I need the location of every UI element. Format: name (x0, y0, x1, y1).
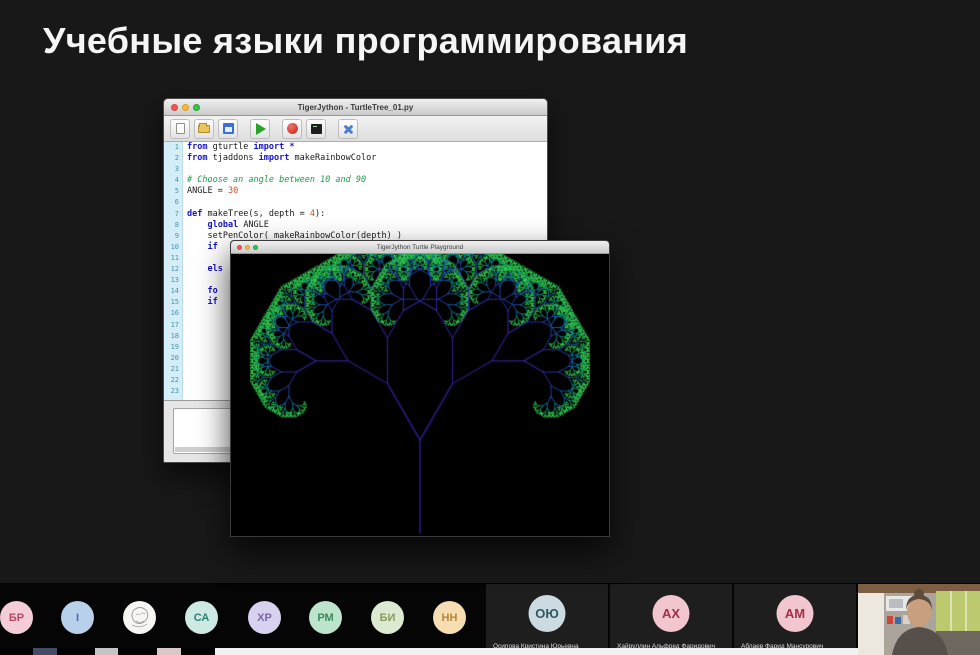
participant-tile[interactable]: ОЮОсипова Кристина Юрьевна (486, 584, 608, 654)
code-line (187, 197, 547, 208)
console-button[interactable] (306, 119, 326, 139)
participant-tile[interactable]: АМАблаев Фарид Мансурович (734, 584, 856, 654)
participant-tile[interactable]: АХХайруллин Альфред Фаридович (610, 584, 732, 654)
background-windows-strip (0, 648, 858, 655)
tools-icon (342, 123, 354, 135)
slide-title: Учебные языки программирования (43, 20, 688, 62)
window-thumbnail (215, 648, 858, 655)
minimize-icon[interactable] (182, 104, 189, 111)
playground-window-buttons (237, 245, 258, 250)
participant-avatar[interactable]: БР (0, 601, 33, 634)
save-file-button[interactable] (218, 119, 238, 139)
console-icon (311, 124, 322, 134)
participants-strip: БР I СА ХР РМ БИ НН ОЮОсипова Кристина Юрьевна… (0, 583, 980, 655)
code-line: from tjaddons import makeRainbowColor (187, 153, 547, 164)
minimize-icon[interactable] (245, 245, 250, 250)
ide-window-title: TigerJython - TurtleTree_01.py (298, 103, 414, 112)
participant-avatar[interactable]: I (61, 601, 94, 634)
new-file-button[interactable] (170, 119, 190, 139)
window-thumbnail (33, 648, 57, 655)
new-file-icon (176, 123, 185, 134)
participant-avatar[interactable]: СА (185, 601, 218, 634)
line-number-gutter: 1234567891011121314151617181920212223 (164, 142, 183, 400)
turtle-canvas (231, 254, 609, 537)
code-line: from gturtle import * (187, 142, 547, 153)
code-line: def makeTree(s, depth = 4): (187, 209, 547, 220)
window-thumbnail (95, 648, 118, 655)
participant-avatar: АМ (777, 595, 814, 632)
code-line: global ANGLE (187, 220, 547, 231)
open-folder-icon (198, 125, 210, 133)
tools-button[interactable] (338, 119, 358, 139)
code-line: ANGLE = 30 (187, 186, 547, 197)
participant-avatar-sketch[interactable] (123, 601, 156, 634)
participant-avatar[interactable]: НН (433, 601, 466, 634)
open-file-button[interactable] (194, 119, 214, 139)
named-participant-row: ОЮОсипова Кристина ЮрьевнаАХХайруллин Ал… (486, 584, 856, 654)
participant-avatar[interactable]: РМ (309, 601, 342, 634)
debug-icon (287, 123, 298, 134)
playground-window: TigerJython Turtle Playground (230, 240, 610, 537)
run-button[interactable] (250, 119, 270, 139)
run-icon (256, 123, 266, 135)
zoom-window-icon[interactable] (253, 245, 258, 250)
window-thumbnail (157, 648, 181, 655)
code-line: # Choose an angle between 10 and 90 (187, 175, 547, 186)
participant-avatar: АХ (653, 595, 690, 632)
shared-slide: Учебные языки программирования TigerJyth… (0, 0, 980, 583)
webcam-video (858, 584, 980, 655)
playground-window-title: TigerJython Turtle Playground (377, 244, 463, 251)
close-icon[interactable] (237, 245, 242, 250)
debug-button[interactable] (282, 119, 302, 139)
close-icon[interactable] (171, 104, 178, 111)
ide-titlebar: TigerJython - TurtleTree_01.py (164, 99, 547, 116)
playground-titlebar: TigerJython Turtle Playground (231, 241, 609, 254)
save-icon (223, 123, 234, 134)
ide-window-buttons (171, 104, 200, 111)
zoom-meeting-screen: Учебные языки программирования TigerJyth… (0, 0, 980, 655)
webcam-video-tile[interactable] (858, 584, 980, 655)
ide-toolbar (164, 116, 547, 142)
code-line (187, 164, 547, 175)
participant-avatar[interactable]: БИ (371, 601, 404, 634)
zoom-window-icon[interactable] (193, 104, 200, 111)
participant-avatar: ОЮ (529, 595, 566, 632)
participant-avatar[interactable]: ХР (248, 601, 281, 634)
